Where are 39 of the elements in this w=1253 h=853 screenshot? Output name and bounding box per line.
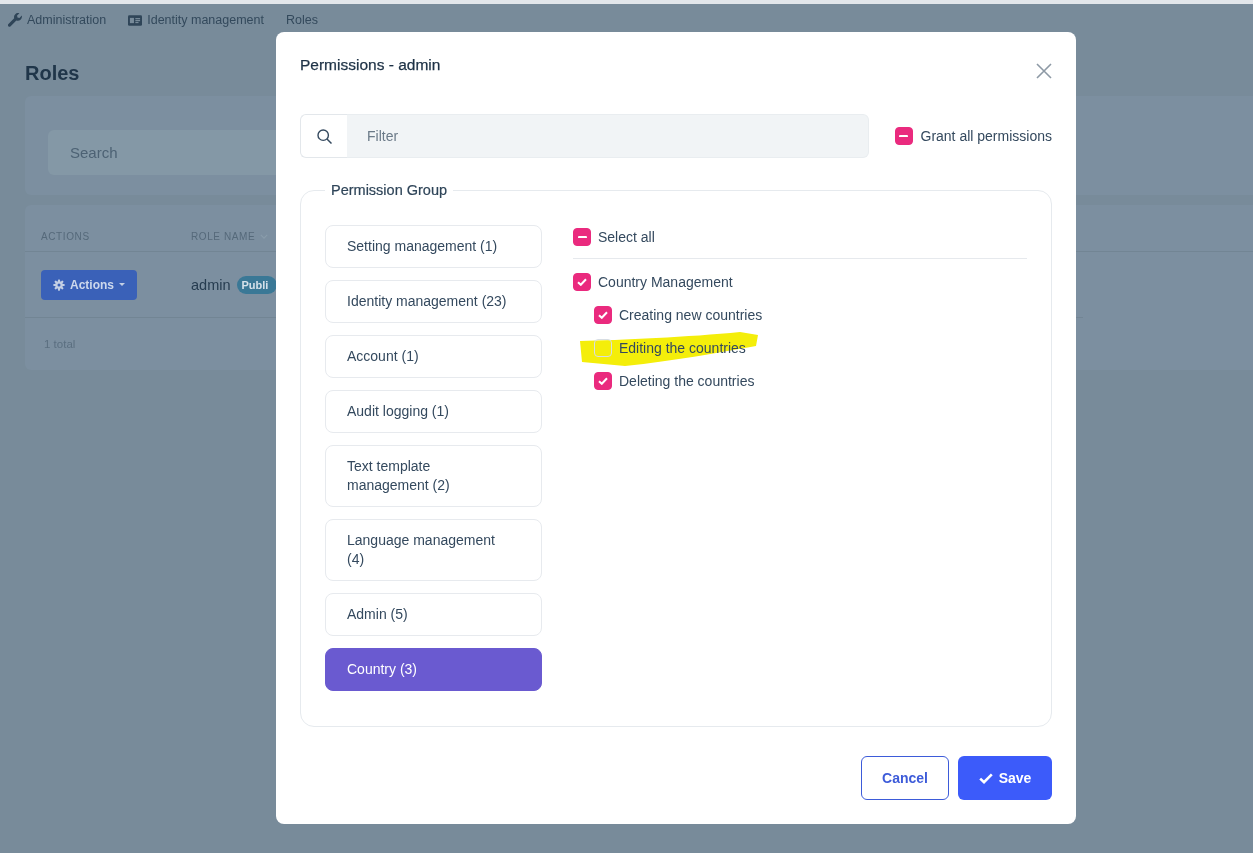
check-icon [598,377,608,385]
permission-group-item[interactable]: Account (1) [325,335,542,378]
gear-icon [53,278,65,291]
check-icon [577,278,587,286]
checkbox[interactable] [594,306,612,324]
role-badge: Publi [236,275,278,294]
search-icon [316,128,332,144]
checkbox[interactable] [573,273,591,291]
permission-group-item[interactable]: Identity management (23) [325,280,542,323]
permission-group-item[interactable]: Country (3) [325,648,542,691]
permission-group-item[interactable]: Audit logging (1) [325,390,542,433]
checkbox[interactable] [573,228,591,246]
permission-label[interactable]: Country Management [598,274,733,290]
id-card-icon [128,14,143,26]
minus-icon [577,235,587,239]
permission-group-item[interactable]: Text template management (2) [325,445,542,507]
permission-group-item[interactable]: Language management (4) [325,519,542,581]
permission-label[interactable]: Creating new countries [619,307,763,323]
caret-icon [119,283,125,286]
page-title: Roles [25,61,80,85]
permission-group-item[interactable]: Admin (5) [325,593,542,636]
checkbox[interactable] [594,372,612,390]
close-icon[interactable] [1036,63,1052,79]
permission-label[interactable]: Deleting the countries [619,373,755,389]
checkbox[interactable] [894,127,913,145]
minus-icon [899,134,908,138]
permission-group-legend: Permission Group [325,181,454,199]
actions-button[interactable]: Actions [41,269,137,300]
dialog-title: Permissions - admin [300,56,441,74]
checkbox-label[interactable]: Grant all permissions [920,128,1052,144]
role-name: admin [191,276,231,293]
wrench-icon [8,13,22,27]
checkbox-label[interactable]: Select all [598,229,655,245]
filter-input[interactable]: Filter [347,114,869,158]
save-button[interactable]: Save [958,756,1052,800]
cancel-button[interactable]: Cancel [861,756,949,800]
permission-group-item[interactable]: Setting management (1) [325,225,542,268]
check-icon [598,311,608,319]
check-icon [978,772,993,784]
